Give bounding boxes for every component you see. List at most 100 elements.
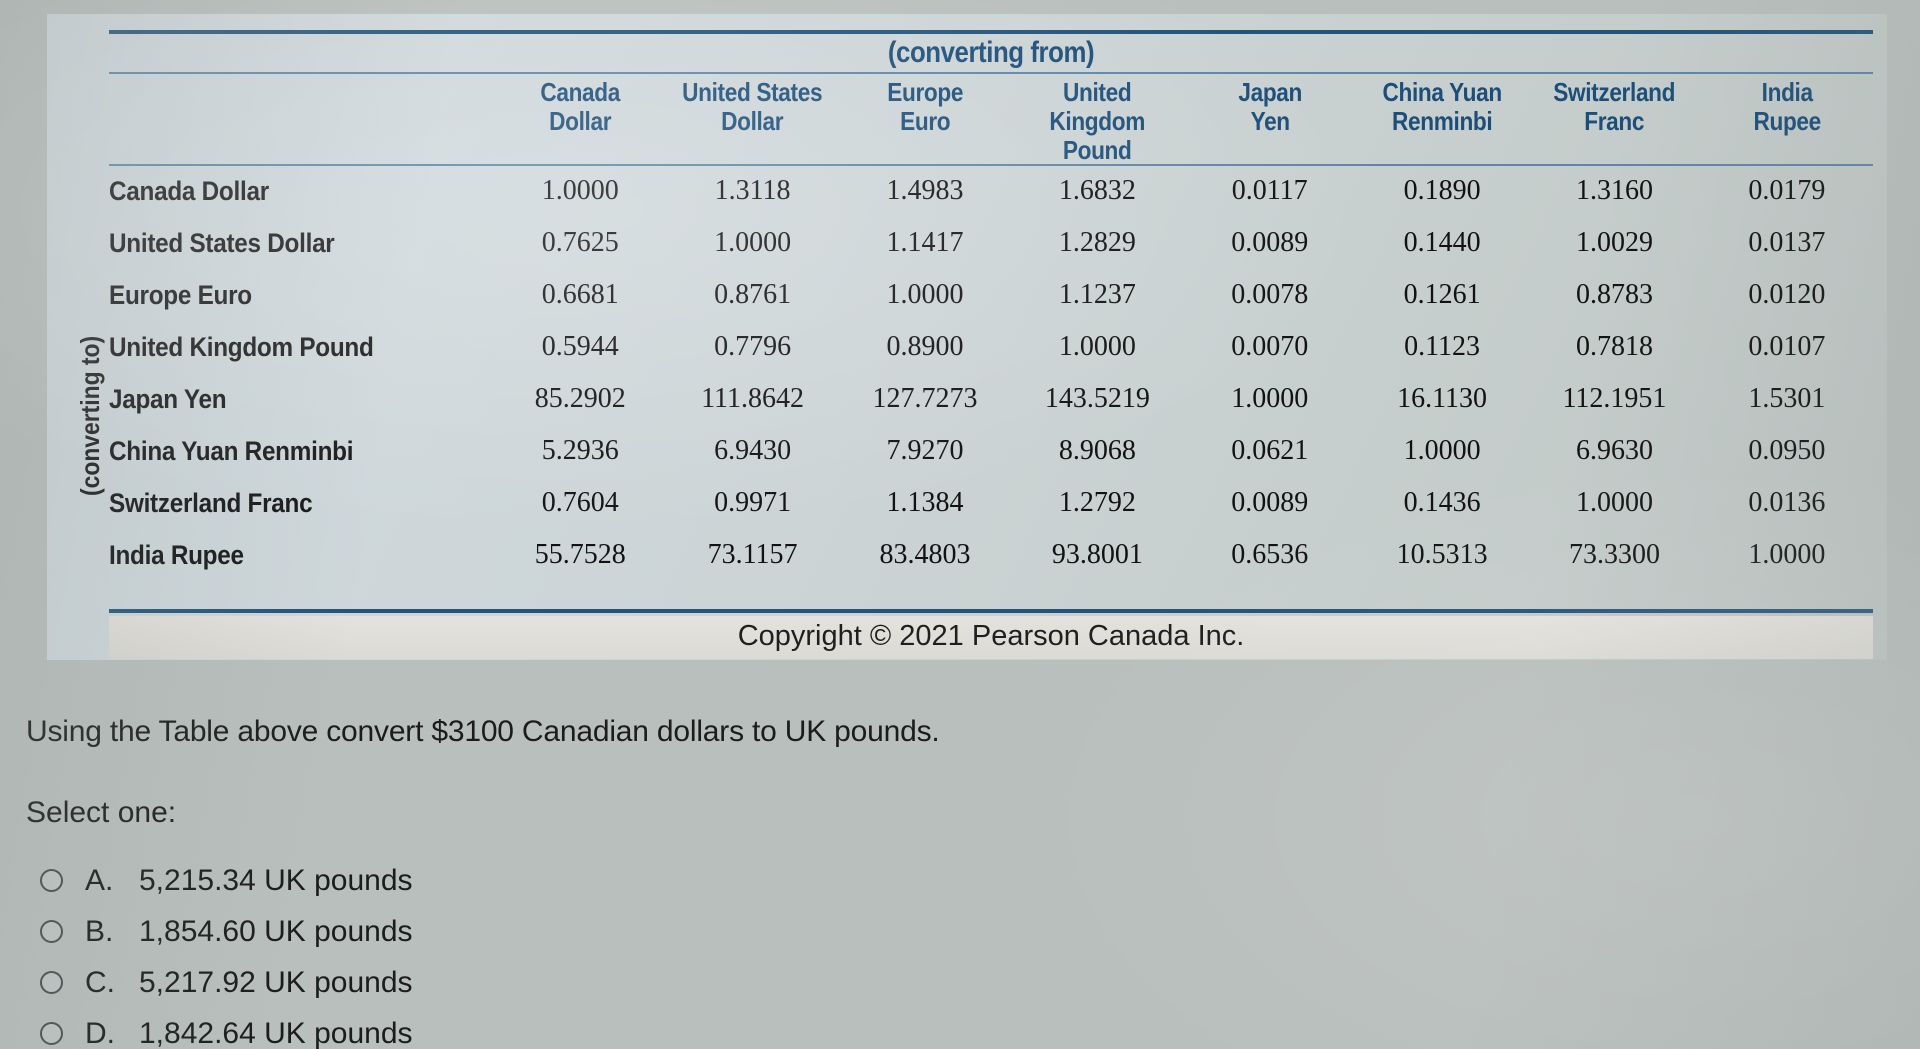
radio-button-icon[interactable] xyxy=(40,1022,63,1045)
column-header-line1: Japan xyxy=(1237,77,1302,107)
cell: 0.6681 xyxy=(541,279,619,311)
cell: 0.6536 xyxy=(1231,539,1309,571)
answer-option-d[interactable]: D. 1,842.64 UK pounds xyxy=(40,1008,740,1049)
cell: 1.1384 xyxy=(886,487,964,519)
cell: 0.1261 xyxy=(1403,279,1481,311)
cell: 1.0000 xyxy=(1748,539,1826,571)
converting-from-axis-label: (converting from) xyxy=(887,36,1095,69)
row-label: Japan Yen xyxy=(109,383,227,414)
row-label: United States Dollar xyxy=(109,227,335,258)
cell: 0.0621 xyxy=(1231,435,1309,467)
row-label: Europe Euro xyxy=(109,279,252,310)
cell: 0.0107 xyxy=(1748,331,1826,363)
cell: 0.1890 xyxy=(1403,175,1481,207)
cell: 1.0000 xyxy=(1231,383,1309,415)
table-bottom-rule xyxy=(109,609,1873,613)
cell: 73.1157 xyxy=(707,539,798,571)
column-header-china-yuan-renminbi: China Yuan Renminbi xyxy=(1356,77,1528,165)
cell: 0.5944 xyxy=(541,331,619,363)
cell: 0.0179 xyxy=(1748,175,1826,207)
cell: 0.1440 xyxy=(1403,227,1481,259)
column-header-line1: Canada xyxy=(540,77,621,107)
cell: 1.0000 xyxy=(1058,331,1136,363)
column-header-line2: Renminbi xyxy=(1391,106,1493,137)
cell: 1.0000 xyxy=(714,227,792,259)
option-text: 1,842.64 UK pounds xyxy=(139,1016,413,1049)
cell: 6.9630 xyxy=(1575,435,1653,467)
cell: 0.0070 xyxy=(1231,331,1309,363)
cell: 1.0000 xyxy=(541,175,619,207)
converting-to-axis-label: (converting to) xyxy=(75,335,105,496)
exchange-rate-table-card: (converting from) (converting to) Canada… xyxy=(47,14,1887,660)
row-header-switzerland-franc: Switzerland Franc xyxy=(109,477,494,529)
cell: 1.3118 xyxy=(714,175,791,207)
cell: 0.1123 xyxy=(1404,331,1481,363)
row-label: United Kingdom Pound xyxy=(109,331,374,362)
column-header-line1: United States xyxy=(682,77,823,107)
cell: 0.8783 xyxy=(1575,279,1653,311)
cell: 7.9270 xyxy=(886,435,964,467)
cell: 16.1130 xyxy=(1397,383,1488,415)
column-header-line1: Europe xyxy=(887,77,963,107)
answer-option-c[interactable]: C. 5,217.92 UK pounds xyxy=(40,957,740,1008)
cell: 0.0137 xyxy=(1748,227,1826,259)
cell: 1.1237 xyxy=(1058,279,1136,311)
column-header-japan-yen: Japan Yen xyxy=(1184,77,1356,165)
cell: 127.7273 xyxy=(872,383,978,415)
cell: 0.7796 xyxy=(714,331,792,363)
option-text: 5,217.92 UK pounds xyxy=(139,965,413,999)
cell: 85.2902 xyxy=(534,383,626,415)
table-inner: (converting from) (converting to) Canada… xyxy=(57,14,1881,660)
cell: 0.0089 xyxy=(1231,227,1309,259)
column-header-line2: Dollar xyxy=(549,106,612,137)
column-header-united-states-dollar: United States Dollar xyxy=(666,77,838,165)
table-header-row: Canada Dollar United States Dollar Europ… xyxy=(109,77,1873,165)
cell: 143.5219 xyxy=(1044,383,1150,415)
answer-options-list: A. 5,215.34 UK pounds B. 1,854.60 UK pou… xyxy=(40,855,740,1049)
radio-button-icon[interactable] xyxy=(40,869,63,892)
row-header-united-states-dollar: United States Dollar xyxy=(109,217,494,269)
column-header-united-kingdom-pound: United Kingdom Pound xyxy=(1011,77,1183,165)
cell: 0.0120 xyxy=(1748,279,1826,311)
answer-option-a[interactable]: A. 5,215.34 UK pounds xyxy=(40,855,740,906)
cell: 0.0117 xyxy=(1231,175,1308,207)
column-header-line2: Euro xyxy=(899,106,951,137)
answer-option-b[interactable]: B. 1,854.60 UK pounds xyxy=(40,906,740,957)
row-header-europe-euro: Europe Euro xyxy=(109,269,494,321)
row-header-united-kingdom-pound: United Kingdom Pound xyxy=(109,321,494,373)
option-text: 5,215.34 UK pounds xyxy=(139,863,413,897)
cell: 55.7528 xyxy=(534,539,626,571)
cell: 1.0000 xyxy=(1403,435,1481,467)
cell: 8.9068 xyxy=(1058,435,1136,467)
option-letter: B. xyxy=(85,914,114,948)
table-row: Europe Euro 0.6681 0.8761 1.0000 1.1237 … xyxy=(109,269,1873,321)
row-header-china-yuan-renminbi: China Yuan Renminbi xyxy=(109,425,494,477)
column-header-canada-dollar: Canada Dollar xyxy=(494,77,666,165)
cell: 1.5301 xyxy=(1748,383,1826,415)
row-header-india-rupee: India Rupee xyxy=(109,529,494,581)
column-header-line1: Switzerland xyxy=(1553,77,1676,107)
radio-button-icon[interactable] xyxy=(40,971,63,994)
cell: 0.7818 xyxy=(1575,331,1653,363)
question-area: Using the Table above convert $3100 Cana… xyxy=(0,690,1920,1049)
cell: 0.7625 xyxy=(541,227,619,259)
table-corner-cell xyxy=(109,78,494,165)
column-header-europe-euro: Europe Euro xyxy=(839,77,1011,165)
table-row: India Rupee 55.7528 73.1157 83.4803 93.8… xyxy=(109,529,1873,581)
option-letter: A. xyxy=(85,863,114,897)
cell: 0.0078 xyxy=(1231,279,1309,311)
row-label: Canada Dollar xyxy=(109,175,269,206)
column-header-switzerland-franc: Switzerland Franc xyxy=(1528,77,1700,165)
cell: 0.8761 xyxy=(714,279,792,311)
table-row: United States Dollar 0.7625 1.0000 1.141… xyxy=(109,217,1873,269)
cell: 1.3160 xyxy=(1575,175,1653,207)
column-header-line1: India xyxy=(1761,77,1813,107)
option-letter: C. xyxy=(85,965,115,999)
table-row: Switzerland Franc 0.7604 0.9971 1.1384 1… xyxy=(109,477,1873,529)
cell: 93.8001 xyxy=(1051,539,1143,571)
row-label: China Yuan Renminbi xyxy=(109,435,354,466)
cell: 1.0000 xyxy=(886,279,964,311)
radio-button-icon[interactable] xyxy=(40,920,63,943)
table-row: United Kingdom Pound 0.5944 0.7796 0.890… xyxy=(109,321,1873,373)
column-header-line2: Dollar xyxy=(721,106,784,137)
